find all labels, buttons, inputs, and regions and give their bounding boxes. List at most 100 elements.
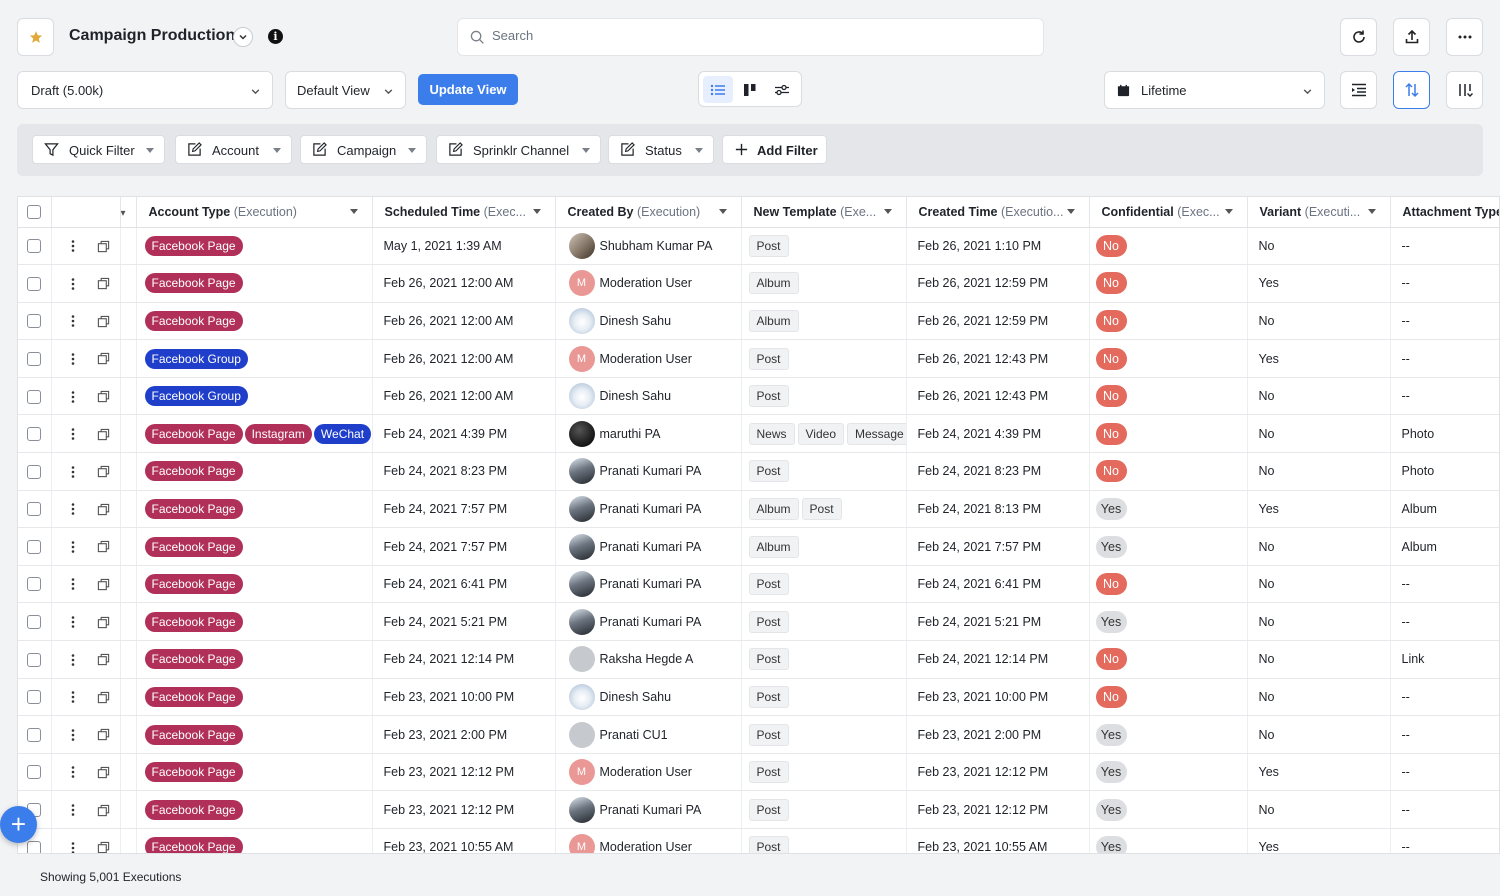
column-menu-icon[interactable] xyxy=(349,209,358,214)
kebab-menu-icon[interactable] xyxy=(66,502,80,516)
table-row[interactable]: Facebook Page Feb 24, 2021 8:23 PM Prana… xyxy=(18,452,1499,491)
row-density-button[interactable] xyxy=(1340,71,1377,109)
row-checkbox[interactable] xyxy=(27,276,41,291)
column-menu-icon[interactable] xyxy=(532,209,541,214)
update-view-button[interactable]: Update View xyxy=(418,74,518,105)
settings-view-button[interactable] xyxy=(767,76,797,103)
view-status-dropdown[interactable]: Draft (5.00k) xyxy=(17,71,273,109)
table-row[interactable]: Facebook Page Feb 23, 2021 10:00 PM Dine… xyxy=(18,678,1499,717)
open-in-new-icon[interactable] xyxy=(97,691,110,704)
row-checkbox[interactable] xyxy=(27,427,41,442)
add-filter-button[interactable]: Add Filter xyxy=(722,135,827,164)
open-in-new-icon[interactable] xyxy=(97,616,110,629)
row-checkbox[interactable] xyxy=(27,727,41,742)
kebab-menu-icon[interactable] xyxy=(66,239,80,253)
kebab-menu-icon[interactable] xyxy=(66,465,80,479)
column-menu-icon[interactable] xyxy=(1066,209,1075,214)
open-in-new-icon[interactable] xyxy=(97,728,110,741)
filter-sprinklr-channel[interactable]: Sprinklr Channel xyxy=(436,135,601,164)
open-in-new-icon[interactable] xyxy=(97,277,110,290)
kebab-menu-icon[interactable] xyxy=(66,765,80,779)
export-button[interactable] xyxy=(1393,18,1430,56)
open-in-new-icon[interactable] xyxy=(97,240,110,253)
table-row[interactable]: Facebook Page Feb 24, 2021 7:57 PM Prana… xyxy=(18,527,1499,566)
filter-campaign[interactable]: Campaign xyxy=(300,135,427,164)
row-checkbox[interactable] xyxy=(27,652,41,667)
sort-button[interactable] xyxy=(1393,71,1430,109)
search-input[interactable] xyxy=(492,28,1012,43)
column-header-account-type[interactable]: Account Type (Execution) xyxy=(136,197,373,228)
title-dropdown-button[interactable] xyxy=(233,27,253,47)
table-row[interactable]: Facebook Page Feb 24, 2021 5:21 PM Prana… xyxy=(18,602,1499,642)
table-row[interactable]: Facebook Page Feb 24, 2021 7:57 PM Prana… xyxy=(18,490,1499,529)
open-in-new-icon[interactable] xyxy=(97,428,110,441)
column-settings-button[interactable] xyxy=(1446,71,1483,109)
kebab-menu-icon[interactable] xyxy=(66,653,80,667)
row-checkbox[interactable] xyxy=(27,577,41,592)
open-in-new-icon[interactable] xyxy=(97,540,110,553)
open-in-new-icon[interactable] xyxy=(97,465,110,478)
table-row[interactable]: Facebook Page May 1, 2021 1:39 AM Shubha… xyxy=(18,227,1499,266)
row-checkbox[interactable] xyxy=(27,351,41,366)
open-in-new-icon[interactable] xyxy=(97,352,110,365)
table-row[interactable]: Facebook Page Feb 24, 2021 6:41 PM Prana… xyxy=(18,565,1499,604)
kebab-menu-icon[interactable] xyxy=(66,540,80,554)
open-in-new-icon[interactable] xyxy=(97,503,110,516)
kebab-menu-icon[interactable] xyxy=(66,577,80,591)
row-checkbox[interactable] xyxy=(27,502,41,517)
column-menu-icon[interactable] xyxy=(1224,209,1233,214)
kebab-menu-icon[interactable] xyxy=(66,803,80,817)
row-checkbox[interactable] xyxy=(27,239,41,254)
kebab-menu-icon[interactable] xyxy=(66,728,80,742)
column-header-created-time[interactable]: Created Time (Executio... xyxy=(906,197,1090,228)
column-menu-icon[interactable] xyxy=(883,209,892,214)
select-all-checkbox[interactable] xyxy=(27,205,41,220)
kebab-menu-icon[interactable] xyxy=(66,615,80,629)
column-header-new-template[interactable]: New Template (Exe... xyxy=(741,197,907,228)
table-row[interactable]: Facebook Group Feb 26, 2021 12:00 AM M Mo… xyxy=(18,339,1499,378)
row-checkbox[interactable] xyxy=(27,690,41,705)
column-menu-icon[interactable] xyxy=(718,209,727,214)
column-header-created-by[interactable]: Created By (Execution) xyxy=(555,197,742,228)
kebab-menu-icon[interactable] xyxy=(66,427,80,441)
column-header-confidential[interactable]: Confidential (Exec... xyxy=(1089,197,1248,228)
kebab-menu-icon[interactable] xyxy=(66,841,80,854)
table-row[interactable]: Facebook Page Feb 23, 2021 12:12 PM M Mod… xyxy=(18,753,1499,792)
table-row[interactable]: Facebook Page Feb 24, 2021 12:14 PM Raks… xyxy=(18,640,1499,679)
open-in-new-icon[interactable] xyxy=(97,315,110,328)
column-menu-icon[interactable] xyxy=(1367,209,1376,214)
filter-quick-filter[interactable]: Quick Filter xyxy=(32,135,165,164)
table-row[interactable]: Facebook Page Feb 23, 2021 2:00 PM Prana… xyxy=(18,715,1499,754)
row-checkbox[interactable] xyxy=(27,765,41,780)
row-checkbox[interactable] xyxy=(27,840,41,853)
open-in-new-icon[interactable] xyxy=(97,766,110,779)
info-icon[interactable]: i xyxy=(268,29,283,44)
table-row[interactable]: Facebook Page Feb 23, 2021 12:12 PM Pran… xyxy=(18,790,1499,829)
kebab-menu-icon[interactable] xyxy=(66,352,80,366)
column-header-attachment-type[interactable]: Attachment Type xyxy=(1390,197,1499,228)
kebab-menu-icon[interactable] xyxy=(66,690,80,704)
column-header-variant[interactable]: Variant (Executi... xyxy=(1247,197,1391,228)
row-checkbox[interactable] xyxy=(27,389,41,404)
table-row[interactable]: Facebook Page Feb 26, 2021 12:00 AM M Mod… xyxy=(18,264,1499,303)
refresh-button[interactable] xyxy=(1340,18,1377,56)
filter-account[interactable]: Account xyxy=(175,135,292,164)
kebab-menu-icon[interactable] xyxy=(66,314,80,328)
table-row[interactable]: Facebook Page Feb 26, 2021 12:00 AM Dine… xyxy=(18,302,1499,341)
filter-status[interactable]: Status xyxy=(608,135,714,164)
date-range-dropdown[interactable]: Lifetime xyxy=(1104,71,1325,109)
open-in-new-icon[interactable] xyxy=(97,653,110,666)
board-view-button[interactable] xyxy=(735,76,765,103)
table-row[interactable]: Facebook Page Instagram WeChat Feb 24, 202… xyxy=(18,414,1499,454)
table-row[interactable]: Facebook Group Feb 26, 2021 12:00 AM Din… xyxy=(18,377,1499,416)
column-header-scheduled-time[interactable]: Scheduled Time (Exec... xyxy=(372,197,556,228)
table-row[interactable]: Facebook Page Feb 23, 2021 10:55 AM M Mod… xyxy=(18,828,1499,854)
default-view-dropdown[interactable]: Default View xyxy=(285,71,406,109)
more-options-button[interactable] xyxy=(1446,18,1483,56)
open-in-new-icon[interactable] xyxy=(97,804,110,817)
list-view-button[interactable] xyxy=(703,76,733,103)
kebab-menu-icon[interactable] xyxy=(66,390,80,404)
open-in-new-icon[interactable] xyxy=(97,841,110,854)
create-fab-button[interactable]: + xyxy=(0,806,37,843)
row-checkbox[interactable] xyxy=(27,539,41,554)
